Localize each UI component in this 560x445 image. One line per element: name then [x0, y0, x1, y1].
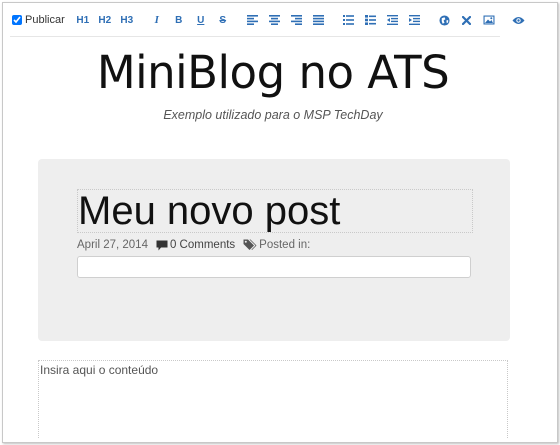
unordered-list-icon [365, 15, 377, 25]
italic-icon: I [154, 14, 159, 26]
preview-button[interactable] [508, 9, 530, 31]
insert-link-button[interactable] [434, 9, 456, 31]
align-justify-icon [313, 15, 325, 25]
posted-in-label: Posted in: [259, 239, 311, 251]
post-meta: April 27, 2014 0 Comments Posted in: [77, 238, 310, 252]
outdent-icon [387, 15, 399, 25]
close-icon [462, 15, 472, 25]
comment-icon [156, 240, 168, 251]
unordered-list-button[interactable] [360, 9, 382, 31]
editor-toolbar: Publicar H1 H2 H3 I B U S [8, 8, 525, 32]
insert-image-button[interactable] [478, 9, 500, 31]
ordered-list-button[interactable] [338, 9, 360, 31]
heading2-button[interactable]: H2 [94, 9, 116, 31]
indent-icon [409, 15, 421, 25]
post-content-editor[interactable]: Insira aqui o conteúdo [38, 360, 508, 438]
bold-icon: B [175, 14, 183, 26]
post-title-editable[interactable]: Meu novo post [77, 189, 473, 233]
publish-checkbox[interactable] [12, 15, 22, 25]
underline-button[interactable]: U [190, 9, 212, 31]
align-justify-button[interactable] [308, 9, 330, 31]
align-right-button[interactable] [286, 9, 308, 31]
outdent-button[interactable] [382, 9, 404, 31]
strikethrough-button[interactable]: S [212, 9, 234, 31]
align-center-icon [269, 15, 281, 25]
publish-toggle[interactable]: Publicar [8, 14, 65, 26]
toolbar-divider [10, 36, 500, 37]
globe-icon [439, 14, 450, 26]
remove-link-button[interactable] [456, 9, 478, 31]
align-left-icon [247, 15, 259, 25]
categories-input[interactable] [77, 256, 471, 278]
ordered-list-icon [343, 15, 355, 25]
site-title: MiniBlog no ATS [96, 46, 450, 99]
align-right-icon [291, 15, 303, 25]
heading3-label: H3 [120, 14, 134, 26]
tags-icon [243, 239, 257, 251]
content-placeholder: Insira aqui o conteúdo [40, 363, 159, 377]
heading2-label: H2 [98, 14, 112, 26]
eye-icon [512, 16, 525, 24]
heading3-button[interactable]: H3 [116, 9, 138, 31]
strikethrough-icon: S [219, 14, 227, 26]
align-left-button[interactable] [242, 9, 264, 31]
post-date: April 27, 2014 [77, 239, 148, 251]
image-icon [483, 15, 495, 25]
site-subtitle: Exemplo utilizado para o MSP TechDay [163, 108, 383, 122]
align-center-button[interactable] [264, 9, 286, 31]
underline-icon: U [197, 14, 205, 26]
heading1-button[interactable]: H1 [72, 9, 94, 31]
heading1-label: H1 [76, 14, 90, 26]
indent-button[interactable] [404, 9, 426, 31]
publish-label: Publicar [25, 14, 65, 26]
italic-button[interactable]: I [146, 9, 168, 31]
comments-link[interactable]: 0 Comments [170, 239, 235, 251]
bold-button[interactable]: B [168, 9, 190, 31]
